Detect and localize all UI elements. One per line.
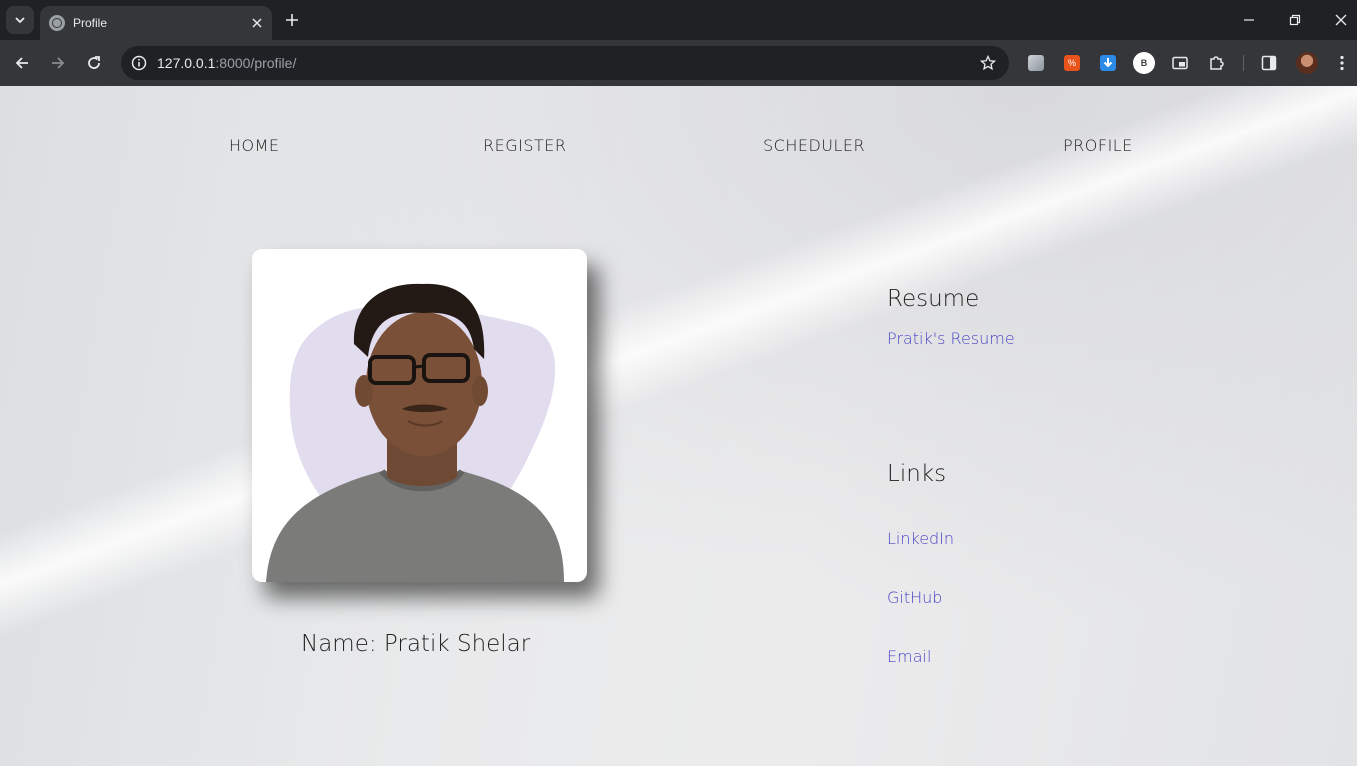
url-text: 127.0.0.1:8000/profile/ [157,55,296,71]
tab-search-button[interactable] [6,6,34,34]
arrow-right-icon [52,57,65,69]
url-path: :8000/profile/ [215,55,297,71]
globe-icon [49,15,65,31]
back-button[interactable] [8,49,36,77]
percent-extension-icon: % [1064,55,1080,71]
nav-register[interactable]: REGISTER [483,136,567,155]
resume-heading: Resume [887,286,980,312]
extensions-button[interactable] [1206,53,1226,73]
site-info-button[interactable] [127,51,151,75]
active-tab[interactable]: Profile [40,6,272,40]
resume-link[interactable]: Pratik's Resume [887,329,1015,348]
profile-photo-illustration [266,283,564,582]
links-heading: Links [887,461,947,487]
close-icon [1335,14,1347,26]
minimize-icon [1244,19,1254,21]
github-link[interactable]: GitHub [887,588,942,607]
tab-close-button[interactable] [248,14,266,32]
nav-home[interactable]: HOME [229,136,280,155]
profile-name: Name: Pratik Shelar [301,631,531,657]
download-extension-icon [1100,55,1116,71]
bookmark-button[interactable] [977,52,999,74]
star-icon [980,55,996,71]
menu-button[interactable] [1332,53,1352,73]
restore-button[interactable] [1272,4,1318,36]
new-tab-button[interactable] [280,8,304,32]
side-panel-button[interactable] [1259,53,1279,73]
puzzle-icon [1210,56,1224,70]
address-bar[interactable]: 127.0.0.1:8000/profile/ [121,46,1009,80]
chevron-down-icon [15,17,25,24]
arrow-left-icon [15,57,28,69]
close-icon [252,18,262,28]
linkedin-link[interactable]: LinkedIn [887,529,954,548]
minimize-button[interactable] [1226,4,1272,36]
page-content: HOME REGISTER SCHEDULER PROFILE Name: Pr… [0,86,1357,766]
kebab-menu-icon [1340,55,1344,71]
download-extension-button[interactable] [1098,53,1118,73]
tab-title: Profile [73,16,108,30]
media-extension-icon [1172,56,1188,70]
forward-button[interactable] [44,49,72,77]
reload-icon [88,56,100,69]
percent-extension-button[interactable]: % [1062,53,1082,73]
b-extension-icon: B [1133,52,1155,74]
toolbar-divider [1243,55,1244,71]
email-link[interactable]: Email [887,647,931,666]
url-host: 127.0.0.1 [157,55,216,71]
hand-extension-button[interactable] [1026,53,1046,73]
side-panel-icon [1261,55,1277,71]
tab-strip: Profile [0,0,1357,40]
hand-extension-icon [1028,55,1044,71]
media-extension-button[interactable] [1170,53,1190,73]
profile-avatar[interactable] [1296,52,1318,74]
info-icon [131,55,147,71]
nav-profile[interactable]: PROFILE [1063,136,1133,155]
close-window-button[interactable] [1318,4,1357,36]
reload-button[interactable] [80,49,108,77]
browser-toolbar: 127.0.0.1:8000/profile/ % B [0,40,1357,86]
profile-photo [252,249,587,582]
b-extension-button[interactable]: B [1133,52,1155,74]
restore-icon [1289,14,1301,26]
nav-scheduler[interactable]: SCHEDULER [763,136,865,155]
plus-icon [286,14,298,26]
